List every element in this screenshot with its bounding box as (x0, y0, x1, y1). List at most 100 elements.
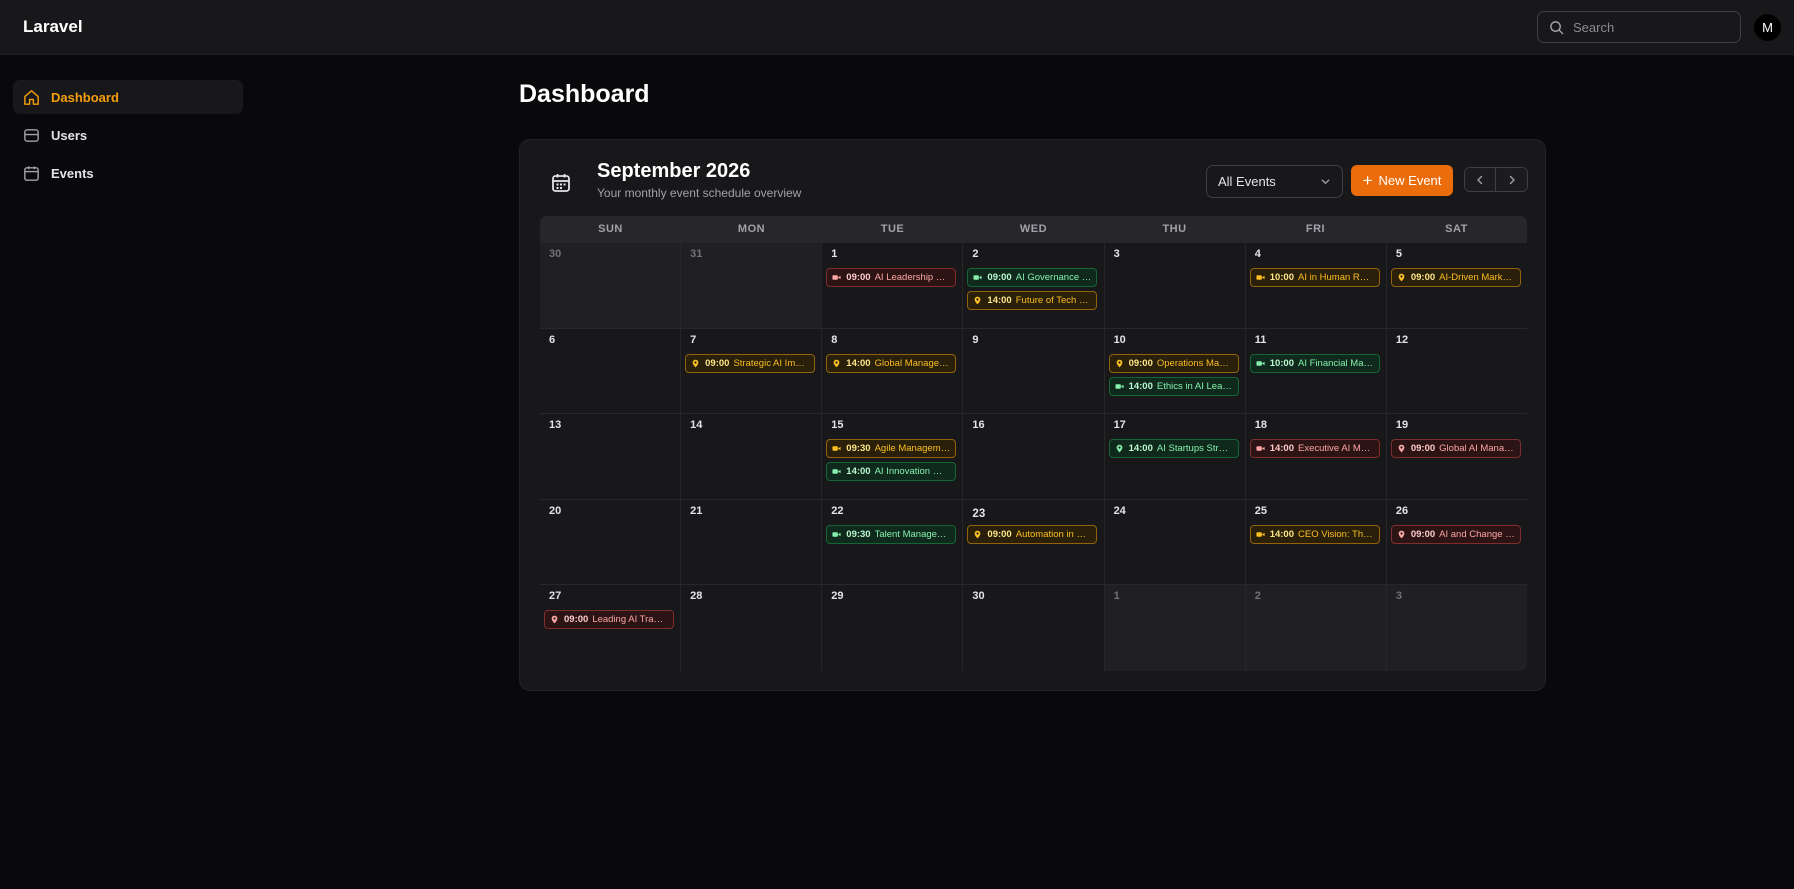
weekday-label: THU (1162, 223, 1187, 235)
calendar-day-cell[interactable]: 14 (681, 414, 823, 500)
sidebar-item-users[interactable]: Users (13, 118, 243, 152)
calendar-day-cell[interactable]: 13 (540, 414, 682, 500)
calendar-day-cell[interactable]: 11 10:00 AI Financial Mana... (1245, 328, 1387, 415)
user-avatar[interactable]: M (1754, 14, 1781, 41)
event-time: 10:00 (1269, 357, 1295, 369)
calendar-day-cell[interactable]: 7 09:00 Strategic AI Imple... (681, 328, 823, 415)
calendar-day-cell[interactable]: 22 09:30 Talent Managem... (822, 499, 964, 586)
calendar-day-cell[interactable]: 23 09:00 Automation in Op... (963, 499, 1105, 586)
weekday-label: MON (737, 223, 766, 235)
event-title: Ethics in AI Leade... (1156, 380, 1233, 392)
calendar-day-cell[interactable]: 12 (1386, 329, 1527, 415)
day-number: 14 (690, 419, 703, 432)
calendar-day-cell[interactable]: 31 (681, 243, 823, 329)
chevron-right-icon (1509, 175, 1515, 184)
event-chip[interactable]: 09:00 Leading AI Transf... (544, 610, 674, 630)
day-events: 09:00 AI Leadership Su... (826, 268, 958, 287)
day-number: 15 (831, 419, 844, 432)
next-month-button[interactable] (1496, 168, 1527, 191)
previous-month-button[interactable] (1465, 168, 1497, 191)
event-chip[interactable]: 14:00 Future of Tech M... (967, 291, 1098, 310)
search-box[interactable] (1537, 11, 1741, 43)
calendar-day-cell[interactable]: 1 (1104, 585, 1246, 671)
event-chip[interactable]: 09:30 Agile Manageme... (826, 439, 957, 459)
event-chip[interactable]: 09:00 Automation in Op... (967, 524, 1098, 544)
calendar-day-cell[interactable]: 3 (1386, 585, 1527, 671)
day-number: 5 (1395, 248, 1402, 260)
day-number: 10 (1113, 333, 1126, 346)
event-chip[interactable]: 09:00 AI Leadership Su... (826, 268, 957, 287)
calendar-day-cell[interactable]: 1714:00AI Startups Strategy (1104, 414, 1246, 500)
event-chip[interactable]: 14:00 AI Innovation Wor... (826, 462, 957, 482)
event-chip[interactable]: 14:00AI Startups Strategy (1108, 439, 1239, 459)
sidebar-item-events[interactable]: Events (13, 156, 243, 190)
day-events: 09:00 Strategic AI Imple... (685, 353, 817, 373)
day-events: 09:00 AI Governance S... 14:00 Future of Te… (967, 268, 1099, 310)
day-number: 8 (831, 333, 838, 346)
event-chip[interactable]: 14:00 Ethics in AI Leade... (1108, 376, 1239, 396)
event-chip[interactable]: 09:00 Global AI Manag... (1390, 439, 1521, 459)
calendar-day-cell[interactable]: 3 (1104, 243, 1246, 329)
calendar-day-cell[interactable]: 6 (540, 328, 682, 415)
calendar-day-cell[interactable]: 2 (1245, 585, 1387, 671)
calendar-day-cell[interactable]: 8 14:00Global Manageme... (822, 328, 964, 415)
day-number: 11 (1254, 333, 1267, 346)
calendar-card: September 2026 Your monthly event schedu… (519, 139, 1546, 691)
event-chip[interactable]: 14:00 CEO Vision: The ... (1249, 524, 1380, 544)
new-event-button[interactable]: + New Event (1351, 165, 1453, 196)
event-chip[interactable]: 14:00 Executive AI Mast... (1249, 439, 1380, 459)
calendar-day-cell[interactable]: 15 09:30 Agile Manageme... 14:00 AI Innovati… (822, 414, 964, 500)
calendar-day-cell[interactable]: 18 14:00 Executive AI Mast... (1245, 414, 1387, 500)
event-chip[interactable]: 09:00 AI Governance S... (967, 268, 1098, 287)
location-icon (1116, 359, 1122, 367)
calendar-day-cell[interactable]: 20 (540, 499, 682, 586)
calendar-day-cell[interactable]: 16 (963, 414, 1105, 500)
calendar-day-cell[interactable]: 29 (822, 585, 964, 671)
event-chip[interactable]: 09:00 Operations Mana... (1108, 353, 1239, 373)
calendar-day-cell[interactable]: 2 09:00 AI Governance S... 14:00 Future of T… (963, 243, 1105, 329)
event-time: 09:00 (1410, 528, 1436, 540)
event-chip[interactable]: 09:00 AI-Driven Marketi... (1390, 268, 1521, 287)
day-number: 2 (1254, 590, 1261, 603)
event-chip[interactable]: 14:00Global Manageme... (826, 353, 957, 373)
sidebar-item-dashboard[interactable]: Dashboard (13, 80, 243, 114)
event-time: 14:00 (846, 466, 871, 478)
calendar-month-title: September 2026 (597, 160, 751, 182)
calendar-day-cell[interactable]: 25 14:00 CEO Vision: The ... (1245, 499, 1387, 586)
calendar-day-cell[interactable]: 4 10:00AI in Human Reso... (1245, 243, 1387, 329)
event-time: 09:00 (1410, 443, 1436, 455)
calendar-day-cell[interactable]: 27 09:00 Leading AI Transf... (540, 585, 682, 671)
day-number: 13 (549, 419, 562, 432)
event-chip[interactable]: 10:00 AI Financial Mana... (1249, 353, 1380, 373)
calendar-day-cell[interactable]: 28 (681, 585, 823, 671)
calendar-day-cell[interactable]: 30 (540, 243, 682, 329)
event-chip[interactable]: 09:00 Strategic AI Imple... (685, 353, 816, 373)
event-chip[interactable]: 10:00AI in Human Reso... (1249, 268, 1380, 287)
day-number: 30 (549, 248, 562, 260)
event-chip[interactable]: 09:30 Talent Managem... (826, 524, 957, 544)
event-chip[interactable]: 09:00 AI and Change M... (1390, 524, 1521, 544)
calendar-day-cell[interactable]: 9 (963, 328, 1105, 415)
event-time: 14:00 (987, 295, 1012, 306)
search-input[interactable] (1573, 19, 1733, 35)
calendar-day-cell[interactable]: 26 09:00 AI and Change M... (1386, 500, 1527, 586)
calendar-grid: SUN MON TUE WED THU FRI SAT 30 31 1 09:00 AI Leade… (540, 216, 1527, 671)
day-number: 1 (831, 248, 838, 260)
event-time: 09:00 (987, 272, 1012, 283)
video-icon (1256, 532, 1265, 537)
event-filter-select[interactable]: All Events (1206, 165, 1343, 198)
video-icon (973, 275, 982, 280)
event-title: Agile Manageme... (874, 443, 951, 455)
calendar-day-cell[interactable]: 1 09:00 AI Leadership Su... (822, 243, 964, 329)
event-title: Strategic AI Imple... (733, 357, 810, 369)
brand-logo[interactable]: Laravel (23, 17, 83, 37)
calendar-day-cell[interactable]: 5 09:00 AI-Driven Marketi... (1386, 243, 1527, 329)
calendar-day-cell[interactable]: 30 (963, 585, 1105, 671)
calendar-day-cell[interactable]: 21 (681, 499, 823, 586)
calendar-day-cell[interactable]: 10 09:00 Operations Mana... 14:00 Ethics in … (1104, 328, 1246, 415)
event-time: 10:00 (1269, 272, 1295, 283)
calendar-day-cell[interactable]: 19 09:00 Global AI Manag... (1386, 414, 1527, 500)
weekday-label: SUN (598, 223, 623, 235)
location-icon (975, 530, 981, 539)
calendar-day-cell[interactable]: 24 (1104, 499, 1246, 586)
